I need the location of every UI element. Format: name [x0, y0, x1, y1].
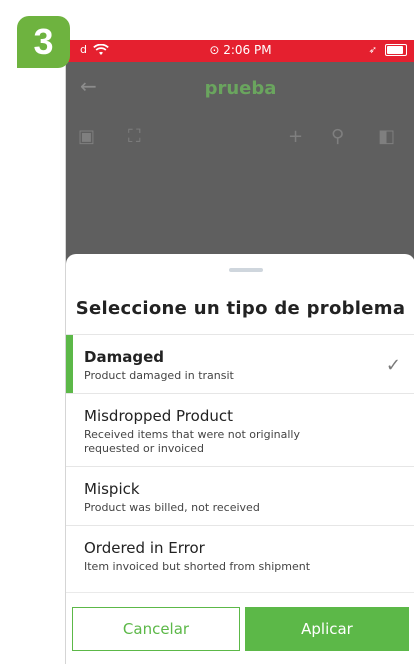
option-ordered-in-error[interactable]: Ordered in Error Item invoiced but short…: [66, 525, 414, 584]
app-bar: ← prueba: [66, 62, 414, 116]
barcode-scan-icon[interactable]: ▣: [78, 126, 95, 147]
option-name: Ordered in Error: [84, 539, 205, 557]
option-description: Received items that were not originally …: [84, 428, 300, 455]
option-name: Mispick: [84, 480, 140, 498]
battery-icon: [385, 44, 407, 56]
option-description: Product damaged in transit: [84, 369, 234, 382]
option-misdropped-product[interactable]: Misdropped Product Received items that w…: [66, 393, 414, 466]
checkmark-icon: ✓: [385, 355, 401, 376]
step-number-badge: 3: [17, 16, 70, 68]
apply-button[interactable]: Aplicar: [245, 607, 409, 651]
sheet-drag-handle[interactable]: [229, 268, 263, 272]
option-damaged[interactable]: Damaged Product damaged in transit ✓: [66, 334, 414, 393]
search-icon[interactable]: ⚲: [331, 126, 344, 147]
status-time: ⊙ 2:06 PM: [209, 43, 272, 57]
expand-icon[interactable]: ⛶: [128, 126, 141, 147]
toolbar: ▣ ⛶ + ⚲ ◧: [66, 116, 414, 160]
phone-screen: d ⊙ 2:06 PM ➶ ← prueba ▣ ⛶ + ⚲ ◧ Selecci…: [65, 40, 414, 664]
problem-type-list: Damaged Product damaged in transit ✓ Mis…: [66, 334, 414, 584]
location-icon: ➶: [368, 44, 377, 56]
app-bar-title: prueba: [204, 78, 277, 99]
status-bar: d ⊙ 2:06 PM ➶: [66, 40, 414, 62]
status-right-group: ➶: [369, 44, 407, 56]
sheet-title: Seleccione un tipo de problema: [75, 298, 406, 319]
option-mispick[interactable]: Mispick Product was billed, not received: [66, 466, 414, 525]
cancel-button[interactable]: Cancelar: [72, 607, 240, 651]
option-description: Item invoiced but shorted from shipment: [84, 560, 311, 573]
option-description: Product was billed, not received: [84, 501, 260, 514]
option-name: Damaged: [84, 348, 164, 366]
split-view-icon[interactable]: ◧: [378, 126, 395, 147]
sheet-footer: Cancelar Aplicar: [66, 592, 414, 664]
add-icon[interactable]: +: [288, 126, 303, 147]
option-name: Misdropped Product: [84, 407, 233, 425]
